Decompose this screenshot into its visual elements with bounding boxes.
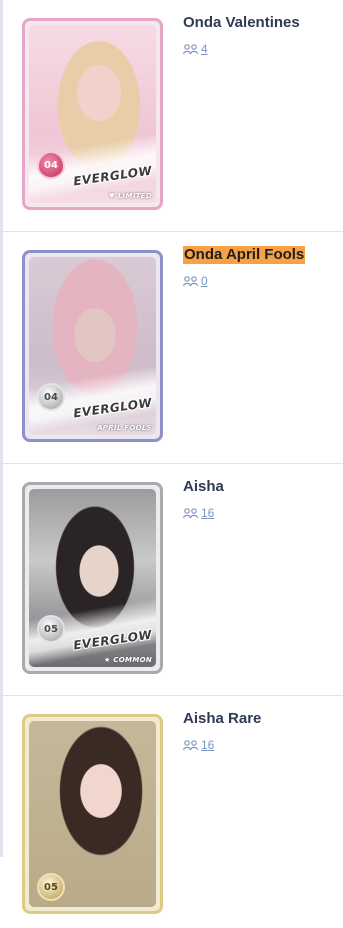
- users-icon: [183, 43, 198, 55]
- card-row: 05 Aisha Rare 16: [0, 696, 343, 928]
- card-art: 04 EVERGLOW APRIL FOOLS: [29, 257, 156, 435]
- card-title[interactable]: Onda Valentines: [183, 14, 300, 32]
- rarity-label: APRIL FOOLS: [97, 424, 152, 432]
- users-icon: [183, 507, 198, 519]
- card-info: Aisha Rare 16: [183, 710, 261, 752]
- owners-count[interactable]: 16: [183, 506, 224, 520]
- card-row: 05 EVERGLOW ★ COMMON Aisha 16: [0, 464, 343, 696]
- card-number-badge: 04: [37, 383, 65, 411]
- owners-count[interactable]: 4: [183, 42, 300, 56]
- card-image[interactable]: 04 EVERGLOW APRIL FOOLS: [22, 250, 163, 442]
- card-number-badge: 05: [37, 615, 65, 643]
- owners-count[interactable]: 16: [183, 738, 261, 752]
- card-title[interactable]: Onda April Fools: [183, 246, 306, 264]
- card-number-badge: 05: [37, 873, 65, 901]
- card-image[interactable]: 05: [22, 714, 163, 914]
- card-art: 04 EVERGLOW ♥ LIMITED: [29, 25, 156, 203]
- card-image[interactable]: 04 EVERGLOW ♥ LIMITED: [22, 18, 163, 210]
- card-row: 04 EVERGLOW ♥ LIMITED Onda Valentines 4: [0, 0, 343, 232]
- card-number-badge: 04: [37, 151, 65, 179]
- card-title[interactable]: Aisha Rare: [183, 710, 261, 728]
- rarity-label: ★ COMMON: [104, 656, 152, 664]
- users-icon: [183, 275, 198, 287]
- owners-link[interactable]: 16: [201, 738, 214, 752]
- card-info: Onda Valentines 4: [183, 14, 300, 56]
- card-row: 04 EVERGLOW APRIL FOOLS Onda April Fools…: [0, 232, 343, 464]
- card-art: 05: [29, 721, 156, 907]
- owners-link[interactable]: 0: [201, 274, 208, 288]
- card-info: Aisha 16: [183, 478, 224, 520]
- owners-link[interactable]: 16: [201, 506, 214, 520]
- owners-count[interactable]: 0: [183, 274, 305, 288]
- card-image[interactable]: 05 EVERGLOW ★ COMMON: [22, 482, 163, 674]
- owners-link[interactable]: 4: [201, 42, 208, 56]
- users-icon: [183, 739, 198, 751]
- card-info: Onda April Fools 0: [183, 246, 306, 288]
- card-art: 05 EVERGLOW ★ COMMON: [29, 489, 156, 667]
- card-title[interactable]: Aisha: [183, 478, 224, 496]
- rarity-label: ♥ LIMITED: [108, 192, 152, 200]
